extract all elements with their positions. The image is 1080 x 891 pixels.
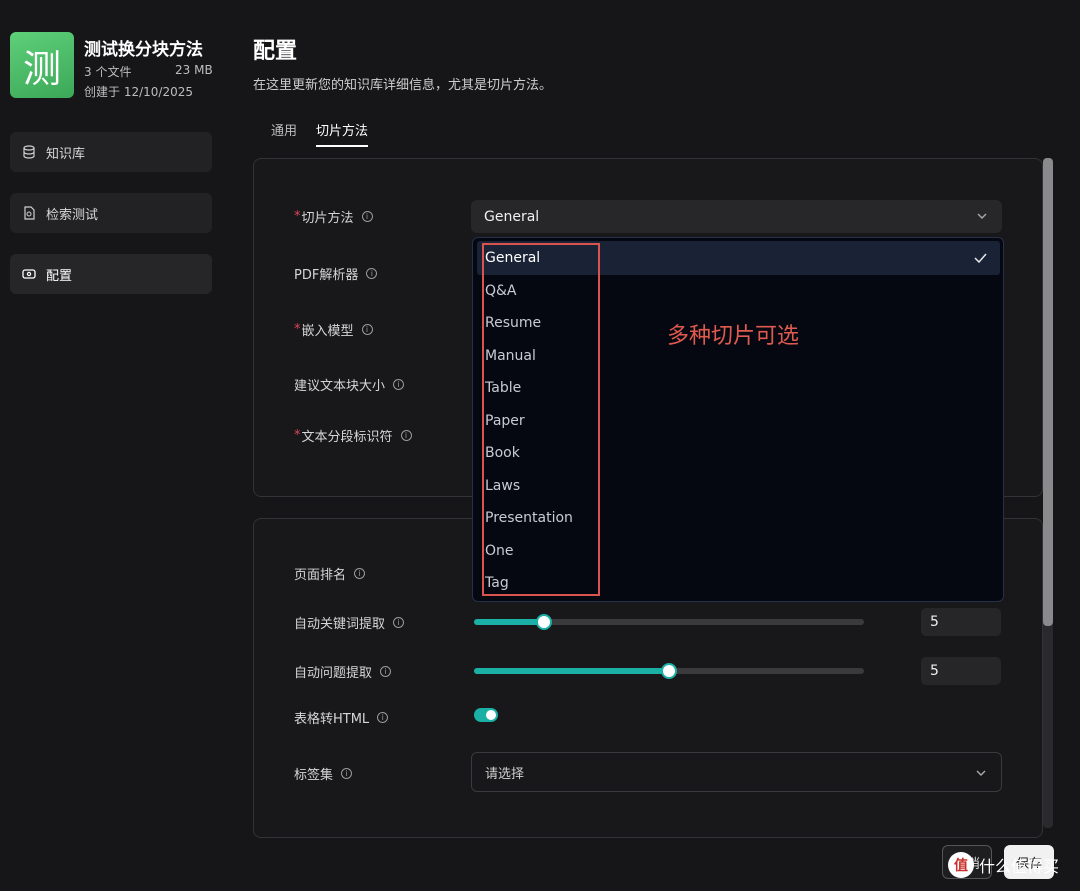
chunk-size-label: 建议文本块大小 i [294,375,405,394]
info-icon[interactable]: i [361,324,373,335]
slider-fill [474,668,669,674]
auto-questions-slider[interactable] [474,663,864,679]
kb-avatar: 测 [10,32,74,98]
label-text: 文本分段标识符 [301,430,393,445]
scrollbar[interactable] [1043,158,1053,828]
info-icon[interactable]: i [380,666,392,677]
label-text: 自动问题提取 [294,666,373,681]
tag-set-label: 标签集 i [294,764,353,783]
info-icon[interactable]: i [361,211,373,222]
embedding-model-label: * 嵌入模型 i [294,320,373,339]
slider-handle[interactable] [661,663,677,679]
auto-keywords-slider[interactable] [474,614,864,630]
label-text: 嵌入模型 [301,324,354,339]
toggle-knob [486,710,496,720]
label-text: 页面排名 [294,568,347,583]
auto-keywords-input[interactable]: 5 [921,608,1001,636]
select-value: General [484,208,540,225]
annotation-highlight-box [482,243,600,596]
required-mark: * [294,322,301,337]
info-icon[interactable]: i [393,379,405,390]
chunk-method-select[interactable]: General [471,200,1002,233]
auto-keywords-label: 自动关键词提取 i [294,613,405,632]
chevron-down-icon [976,770,986,776]
watermark: 值 什么值得买 [948,852,1059,878]
info-icon[interactable]: i [366,268,378,279]
select-placeholder: 请选择 [485,766,525,782]
tag-set-select[interactable]: 请选择 [471,752,1002,792]
database-icon [23,145,35,159]
sidebar-item-label: 知识库 [46,146,86,162]
sidebar-item-label: 配置 [46,268,73,284]
page-rank-label: 页面排名 i [294,564,366,583]
label-text: 标签集 [294,768,334,783]
chunk-method-label: * 切片方法 i [294,207,373,226]
kb-created-date: 创建于 12/10/2025 [84,85,193,99]
auto-questions-input[interactable]: 5 [921,657,1001,685]
kb-title: 测试换分块方法 [84,40,203,60]
sidebar-item-configuration[interactable]: 配置 [10,254,212,294]
slider-fill [474,619,545,625]
delimiter-label: * 文本分段标识符 i [294,426,412,445]
chevron-down-icon [977,213,987,219]
annotation-text: 多种切片可选 [667,324,800,349]
label-text: 自动关键词提取 [294,617,386,632]
kb-size: 23 MB [175,63,213,77]
settings-panel-icon [22,269,36,279]
page-description: 在这里更新您的知识库详细信息，尤其是切片方法。 [253,78,553,93]
info-icon[interactable]: i [400,430,412,441]
sidebar-item-retrieval-test[interactable]: 检索测试 [10,193,212,233]
label-text: 表格转HTML [294,712,370,727]
tab-general[interactable]: 通用 [271,120,297,145]
required-mark: * [294,209,301,224]
label-text: PDF解析器 [294,268,359,283]
label-text: 建议文本块大小 [294,379,386,394]
kb-file-count: 3 个文件 [84,65,132,79]
auto-questions-label: 自动问题提取 i [294,662,392,681]
info-icon[interactable]: i [393,617,405,628]
required-mark: * [294,428,301,443]
watermark-logo: 值 [948,852,974,878]
document-search-icon [24,206,35,220]
info-icon[interactable]: i [354,568,366,579]
tab-chunk-method[interactable]: 切片方法 [316,120,369,147]
table-to-html-toggle[interactable] [474,708,498,722]
table-to-html-label: 表格转HTML i [294,708,389,727]
watermark-text: 什么值得买 [979,857,1060,876]
page-title: 配置 [253,39,298,64]
scrollbar-thumb[interactable] [1043,158,1053,626]
pdf-parser-label: PDF解析器 i [294,264,378,283]
label-text: 切片方法 [301,211,354,226]
info-icon[interactable]: i [377,712,389,723]
sidebar-item-knowledge-base[interactable]: 知识库 [10,132,212,172]
check-icon [974,253,987,263]
info-icon[interactable]: i [341,768,353,779]
sidebar-item-label: 检索测试 [46,207,99,223]
